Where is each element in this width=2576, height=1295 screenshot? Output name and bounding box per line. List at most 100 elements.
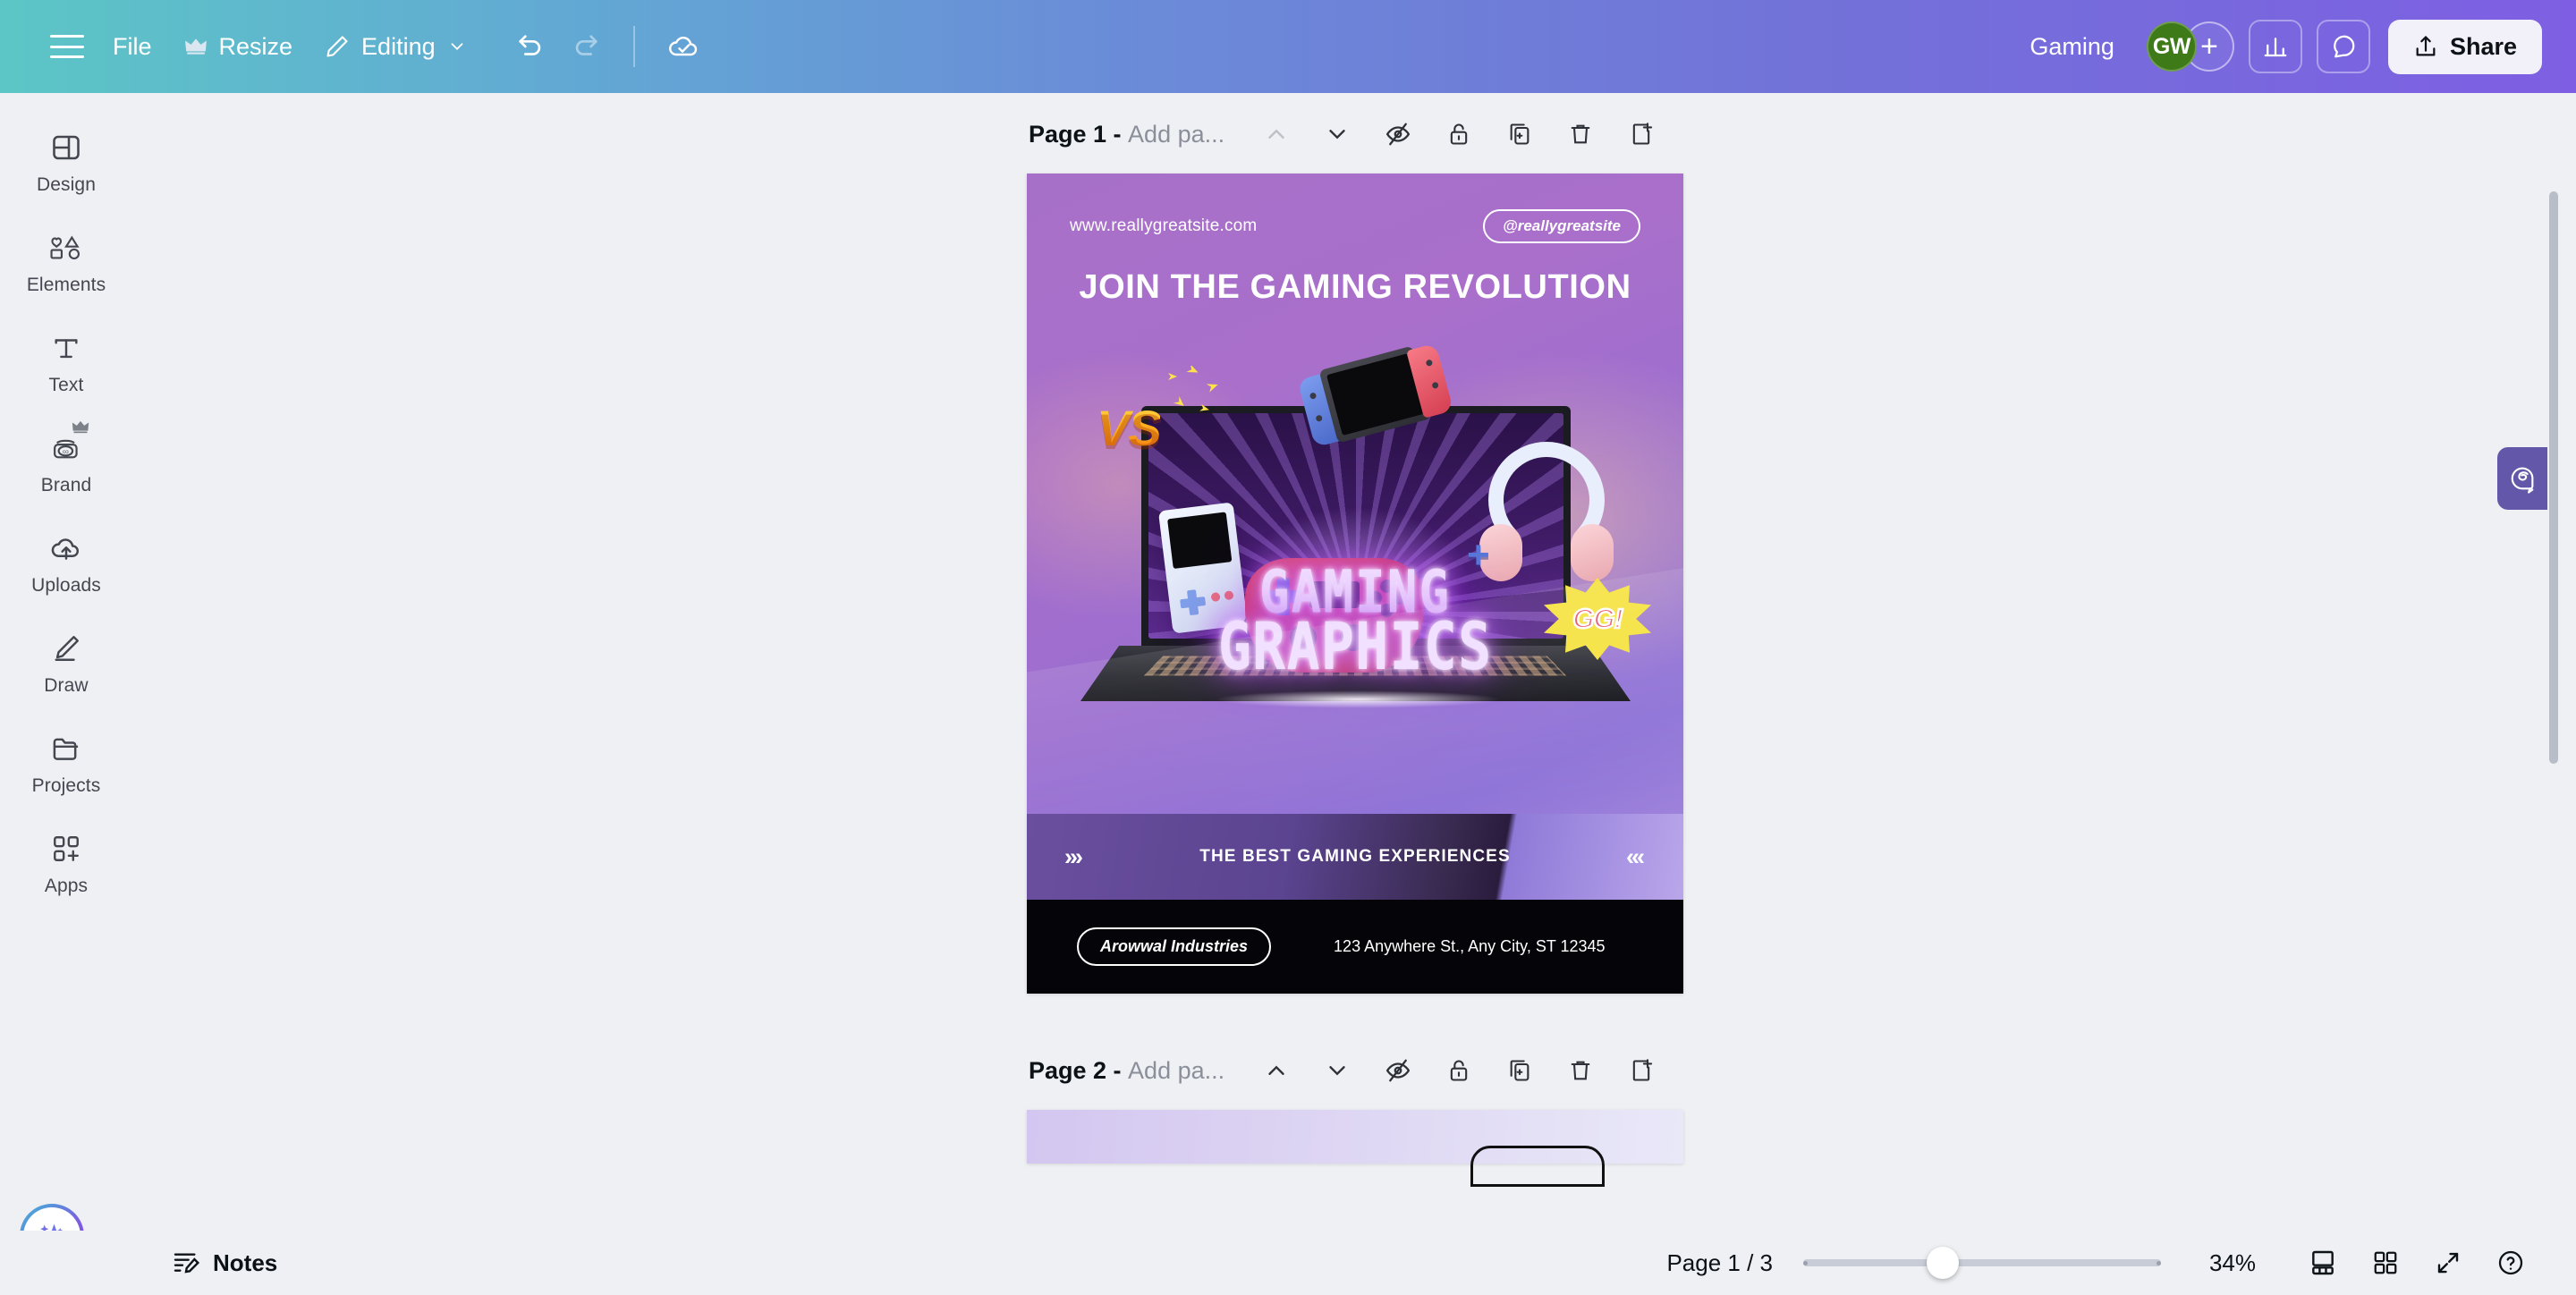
- comments-button[interactable]: [2316, 20, 2370, 73]
- page-title-placeholder: Add pa...: [1128, 120, 1225, 148]
- grid-view-icon: [2372, 1249, 2399, 1276]
- page-title-1[interactable]: Page 1 - Add pa...: [1029, 121, 1224, 148]
- zoom-max-dot: [2157, 1260, 2161, 1265]
- canvas-scrollbar[interactable]: [2547, 191, 2560, 1231]
- avatar[interactable]: GW: [2146, 21, 2197, 72]
- add-page-button-1[interactable]: [1616, 109, 1666, 159]
- file-menu-button[interactable]: File: [97, 22, 168, 72]
- notes-pencil-icon: [172, 1248, 200, 1277]
- insights-button[interactable]: [2248, 20, 2302, 73]
- canvas-scroll-area[interactable]: Page 1 - Add pa... www.reallygreatsite.c…: [132, 93, 2560, 1231]
- duplicate-page-icon: [1507, 1058, 1532, 1083]
- hide-page-icon: [1385, 121, 1411, 148]
- page-counter: Page 1 / 3: [1666, 1248, 1773, 1276]
- tagline-row: ››› THE BEST GAMING EXPERIENCES ‹‹‹: [1027, 814, 1683, 900]
- save-status-button[interactable]: [655, 18, 712, 75]
- hide-page-button-1[interactable]: [1373, 109, 1423, 159]
- sidebar-item-label: Design: [37, 174, 96, 195]
- delete-page-button-2[interactable]: [1555, 1045, 1606, 1096]
- sidebar-item-uploads[interactable]: Uploads: [7, 517, 125, 606]
- zoom-slider[interactable]: [1803, 1247, 2161, 1279]
- lock-page-button-1[interactable]: [1434, 109, 1484, 159]
- redo-button[interactable]: [558, 19, 614, 74]
- brand-name-badge: Arowwal Industries: [1077, 927, 1272, 966]
- header-left-group: File Resize Editing: [0, 18, 712, 75]
- resize-button[interactable]: Resize: [168, 22, 309, 72]
- design-canvas-page-2[interactable]: [1027, 1110, 1683, 1187]
- move-page-up-button-1[interactable]: [1251, 109, 1301, 159]
- status-bar: Notes Page 1 / 3 34%: [0, 1231, 2576, 1295]
- header-right-group: Gaming GW + Share: [2010, 19, 2576, 74]
- sidebar-item-text[interactable]: Text: [7, 317, 125, 406]
- fullscreen-button[interactable]: [2422, 1237, 2474, 1289]
- cloud-check-icon: [667, 30, 699, 63]
- hide-page-button-2[interactable]: [1373, 1045, 1423, 1096]
- editing-mode-button[interactable]: Editing: [309, 22, 483, 72]
- editing-label: Editing: [361, 32, 436, 60]
- sidebar-item-draw[interactable]: Draw: [7, 617, 125, 707]
- notes-button[interactable]: Notes: [154, 1239, 295, 1287]
- lock-page-icon: [1446, 1058, 1471, 1083]
- ai-assistant-tab[interactable]: [2497, 447, 2547, 510]
- sparkles-icon: [1161, 366, 1243, 428]
- collaborators-group: GW +: [2146, 21, 2234, 72]
- brand-kit-icon: co: [47, 420, 89, 468]
- duplicate-page-button-2[interactable]: [1495, 1045, 1545, 1096]
- neon-title: GAMING GRAPHICS: [1027, 563, 1683, 686]
- scrollbar-thumb[interactable]: [2549, 191, 2558, 764]
- sidebar-item-design[interactable]: Design: [7, 116, 125, 206]
- page-block-1: Page 1 - Add pa... www.reallygreatsite.c…: [1027, 107, 1683, 994]
- add-page-icon: [1629, 122, 1654, 147]
- sidebar-item-label: Draw: [44, 675, 89, 696]
- chevron-down-icon: [447, 37, 467, 56]
- zoom-level-value[interactable]: 34%: [2191, 1249, 2274, 1277]
- duplicate-page-icon: [1507, 122, 1532, 147]
- website-url: www.reallygreatsite.com: [1070, 216, 1258, 235]
- zoom-slider-knob[interactable]: [1927, 1247, 1959, 1279]
- duplicate-page-button-1[interactable]: [1495, 109, 1545, 159]
- vs-badge: VS: [1097, 400, 1162, 456]
- page-title-2[interactable]: Page 2 - Add pa...: [1029, 1057, 1224, 1085]
- fullscreen-expand-icon: [2435, 1249, 2462, 1276]
- zoom-slider-track: [1803, 1259, 2161, 1266]
- add-page-button-2[interactable]: [1616, 1045, 1666, 1096]
- delete-page-button-1[interactable]: [1555, 109, 1606, 159]
- crown-icon: [184, 38, 208, 55]
- help-button[interactable]: [2485, 1237, 2537, 1289]
- share-button[interactable]: Share: [2387, 19, 2542, 74]
- app-header: File Resize Editing Gaming GW + Share: [0, 0, 2576, 93]
- presenter-view-button[interactable]: [2297, 1237, 2349, 1289]
- move-page-down-button-2[interactable]: [1312, 1045, 1362, 1096]
- page-title-prefix: Page 2 -: [1029, 1056, 1129, 1084]
- move-page-up-button-2[interactable]: [1251, 1045, 1301, 1096]
- poster-footer: Arowwal Industries 123 Anywhere St., Any…: [1027, 900, 1683, 994]
- sidebar-item-elements[interactable]: Elements: [7, 216, 125, 306]
- hamburger-menu-button[interactable]: [38, 22, 97, 71]
- status-right-group: Page 1 / 3 34%: [1666, 1237, 2576, 1289]
- share-upload-icon: [2413, 34, 2438, 59]
- grid-view-button[interactable]: [2360, 1237, 2411, 1289]
- page-toolbar-2: Page 2 - Add pa...: [1027, 1044, 1683, 1097]
- undo-button[interactable]: [503, 19, 558, 74]
- sidebar-item-projects[interactable]: Projects: [7, 717, 125, 807]
- sidebar-item-label: Brand: [40, 475, 92, 495]
- left-chevrons-icon: ›››: [1064, 842, 1083, 870]
- sidebar-item-brand[interactable]: co Brand: [7, 417, 125, 506]
- lock-page-button-2[interactable]: [1434, 1045, 1484, 1096]
- document-title[interactable]: Gaming: [2010, 24, 2134, 70]
- poster-top-row: www.reallygreatsite.com @reallygreatsite: [1027, 174, 1683, 243]
- neon-line-2: GRAPHICS: [1217, 607, 1493, 686]
- file-menu-label: File: [113, 32, 152, 60]
- page-title-prefix: Page 1 -: [1029, 120, 1129, 148]
- laptop-glow: [1215, 690, 1501, 708]
- add-page-icon: [1629, 1058, 1654, 1083]
- hamburger-menu-icon: [50, 35, 84, 58]
- address-text: 123 Anywhere St., Any City, ST 12345: [1334, 937, 1606, 955]
- help-question-icon: [2496, 1248, 2525, 1277]
- design-canvas-page-1[interactable]: www.reallygreatsite.com @reallygreatsite…: [1027, 174, 1683, 994]
- sidebar-item-apps[interactable]: Apps: [7, 817, 125, 907]
- move-page-down-button-1[interactable]: [1312, 109, 1362, 159]
- page-2-element: [1470, 1146, 1605, 1187]
- delete-page-icon: [1568, 1058, 1593, 1083]
- pen-draw-icon: [47, 629, 86, 668]
